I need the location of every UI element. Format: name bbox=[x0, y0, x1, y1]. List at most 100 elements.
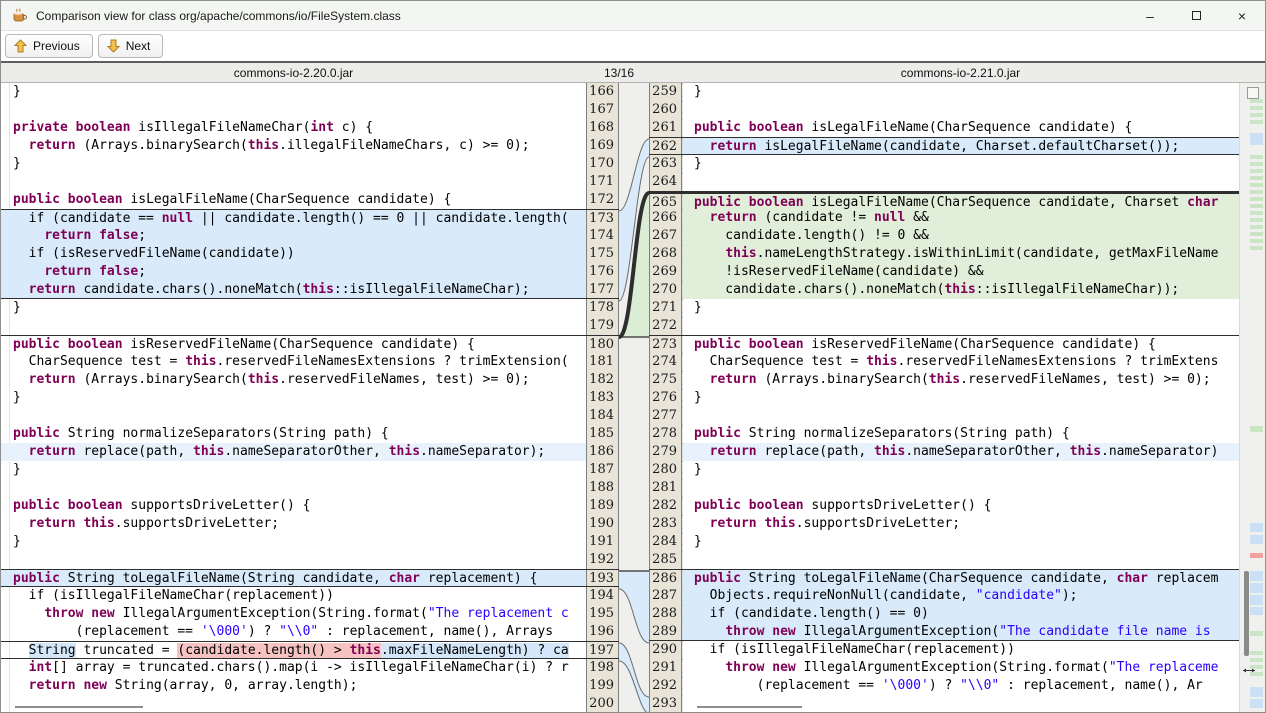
code-line: public String toLegalFileName(String can… bbox=[1, 570, 586, 586]
code-row: public boolean isReservedFileName(CharSe… bbox=[1, 335, 619, 353]
diff-overview-mark-green bbox=[1250, 651, 1263, 655]
line-number: 190 bbox=[586, 515, 619, 533]
diff-overview-mark-green bbox=[1250, 239, 1263, 243]
line-number: 171 bbox=[586, 173, 619, 191]
diff-overview-mark-blue bbox=[1250, 133, 1263, 145]
code-line: return (Arrays.binarySearch(this.reserve… bbox=[28, 372, 530, 387]
code-line bbox=[682, 173, 1239, 191]
line-number: 175 bbox=[586, 245, 619, 263]
code-row: 291 throw new IllegalArgumentException(S… bbox=[649, 659, 1239, 677]
code-line: public boolean isLegalFileName(CharSeque… bbox=[682, 119, 1239, 137]
line-number: 284 bbox=[649, 533, 682, 551]
code-line: return this.supportsDriveLetter; bbox=[28, 516, 280, 531]
previous-button[interactable]: Previous bbox=[5, 34, 93, 58]
code-line bbox=[682, 317, 1239, 335]
code-line: } bbox=[682, 461, 1239, 479]
diff-overview-mark-blue bbox=[1250, 699, 1263, 708]
close-button[interactable]: × bbox=[1219, 1, 1265, 31]
line-number: 170 bbox=[586, 155, 619, 173]
line-number: 195 bbox=[586, 605, 619, 623]
code-line bbox=[1, 695, 586, 712]
code-line: return isLegalFileName(candidate, Charse… bbox=[682, 138, 1239, 154]
code-row: 281 bbox=[649, 479, 1239, 497]
code-row: 276} bbox=[649, 389, 1239, 407]
code-row: } 187 bbox=[1, 461, 619, 479]
code-row: 268 this.nameLengthStrategy.isWithinLimi… bbox=[649, 245, 1239, 263]
line-number: 183 bbox=[586, 389, 619, 407]
code-line: } bbox=[13, 84, 21, 99]
code-line: throw new IllegalArgumentException("The … bbox=[682, 623, 1239, 640]
maximize-button[interactable] bbox=[1173, 1, 1219, 31]
diff-connector-curves bbox=[617, 138, 651, 712]
line-number: 199 bbox=[586, 677, 619, 695]
code-row: 261 public boolean isLegalFileName(CharSe… bbox=[649, 119, 1239, 137]
code-row: return new String(array, 0, array.length… bbox=[1, 677, 619, 695]
line-number: 189 bbox=[586, 497, 619, 515]
code-row: if (isIllegalFileNameChar(replacement)) 1… bbox=[1, 587, 619, 605]
diff-overview-mark-blue bbox=[1250, 595, 1263, 605]
line-number: 285 bbox=[649, 551, 682, 569]
code-row: 280} bbox=[649, 461, 1239, 479]
code-line: Objects.requireNonNull(candidate, "candi… bbox=[682, 587, 1239, 605]
line-number: 260 bbox=[649, 101, 682, 119]
code-row: int[] array = truncated.chars().map(i ->… bbox=[1, 659, 619, 677]
comparison-window: Comparison view for class org/apache/com… bbox=[0, 0, 1266, 713]
code-row: } 166 bbox=[1, 83, 619, 101]
code-row: 292 (replacement == '\000') ? "\\0" : re… bbox=[649, 677, 1239, 695]
line-number: 177 bbox=[586, 281, 619, 298]
code-line: return (Arrays.binarySearch(this.illegal… bbox=[28, 138, 530, 153]
code-line: } bbox=[682, 155, 1239, 173]
line-number: 169 bbox=[586, 137, 619, 155]
horizontal-scrollbar-thumb[interactable] bbox=[697, 706, 802, 708]
code-line: candidate.chars().noneMatch(this::isIlle… bbox=[682, 281, 1239, 299]
line-number: 185 bbox=[586, 425, 619, 443]
line-number: 196 bbox=[586, 623, 619, 641]
line-number: 193 bbox=[586, 570, 619, 586]
code-row: return false; 176 bbox=[1, 263, 619, 281]
diff-overview-mark-green bbox=[1250, 155, 1263, 159]
code-line: } bbox=[13, 156, 21, 171]
code-line bbox=[682, 551, 1239, 569]
code-row: return replace(path, this.nameSeparatorO… bbox=[1, 443, 619, 461]
code-line: !isReservedFileName(candidate) && bbox=[682, 263, 1239, 281]
code-line: } bbox=[13, 534, 21, 549]
code-line: (replacement == '\000') ? "\\0" : replac… bbox=[13, 624, 554, 639]
diff-overview-mark-green bbox=[1250, 169, 1263, 173]
diff-overview-mark-green bbox=[1250, 190, 1263, 194]
vertical-scrollbar-thumb[interactable] bbox=[1244, 571, 1249, 656]
line-number: 191 bbox=[586, 533, 619, 551]
code-line bbox=[682, 407, 1239, 425]
code-line: return (Arrays.binarySearch(this.reserve… bbox=[682, 371, 1239, 389]
code-line: public boolean isReservedFileName(CharSe… bbox=[13, 337, 475, 352]
code-row: 167 bbox=[1, 101, 619, 119]
next-label: Next bbox=[125, 39, 151, 53]
code-row: 293 bbox=[649, 695, 1239, 712]
ruler-header-button[interactable] bbox=[1247, 87, 1259, 99]
code-row: if (isReservedFileName(candidate)) 175 bbox=[1, 245, 619, 263]
code-line: if (isIllegalFileNameChar(replacement)) bbox=[13, 588, 334, 603]
code-row: if (candidate == null || candidate.lengt… bbox=[1, 209, 619, 227]
diff-overview-mark-blue bbox=[1250, 583, 1263, 593]
line-number: 263 bbox=[649, 155, 682, 173]
code-line: return replace(path, this.nameSeparatorO… bbox=[682, 443, 1239, 461]
horizontal-scrollbar-thumb[interactable] bbox=[15, 706, 143, 708]
arrow-up-icon bbox=[14, 39, 27, 53]
line-number: 262 bbox=[649, 138, 682, 154]
line-number: 270 bbox=[649, 281, 682, 299]
minimize-button[interactable]: – bbox=[1127, 1, 1173, 31]
diff-counter: 13/16 bbox=[603, 66, 635, 80]
diff-overview-mark-green bbox=[1250, 99, 1263, 103]
next-button[interactable]: Next bbox=[97, 34, 164, 58]
code-line: return this.supportsDriveLetter; bbox=[682, 515, 1239, 533]
code-line: if (isReservedFileName(candidate)) bbox=[1, 245, 586, 263]
overview-ruler[interactable] bbox=[1239, 83, 1265, 712]
left-jar-title: commons-io-2.20.0.jar bbox=[233, 66, 354, 80]
line-number: 273 bbox=[649, 336, 682, 353]
code-row: 264 bbox=[649, 173, 1239, 191]
line-number: 261 bbox=[649, 119, 682, 137]
